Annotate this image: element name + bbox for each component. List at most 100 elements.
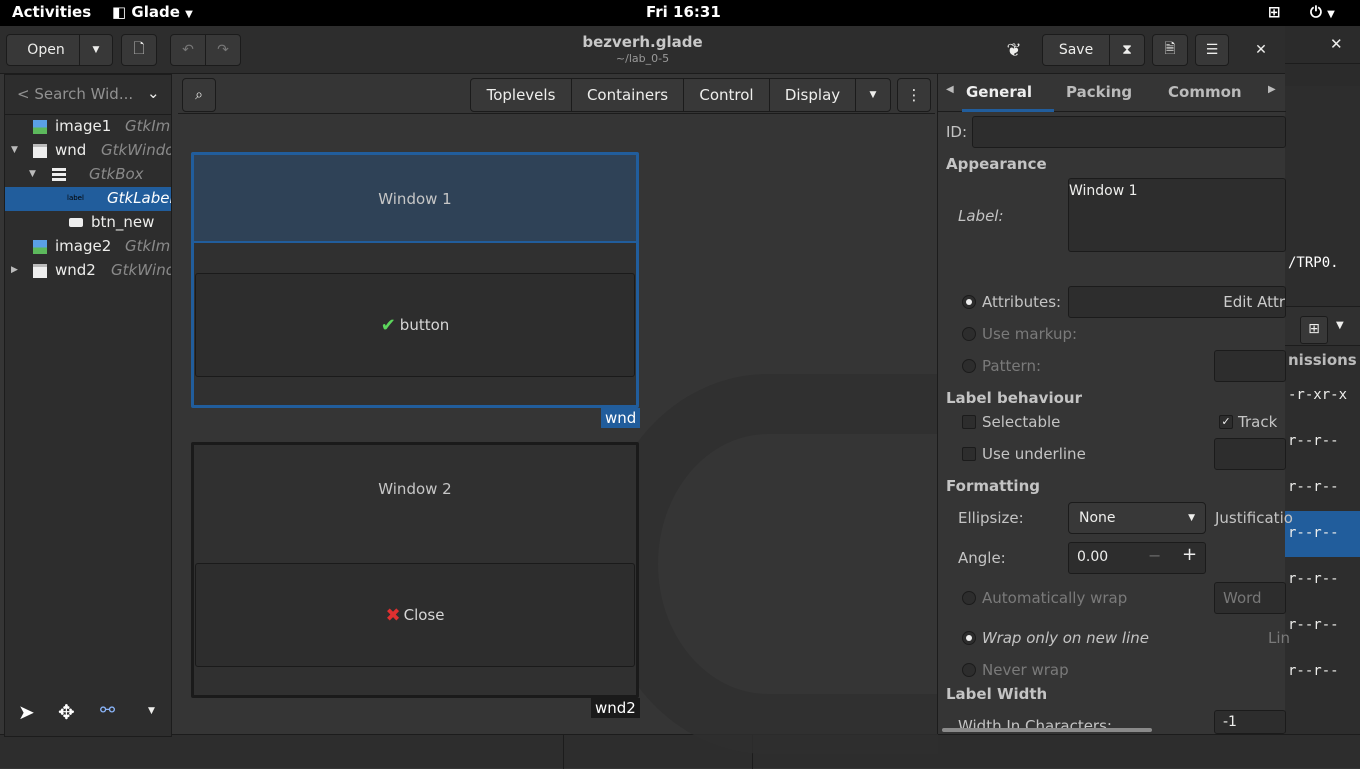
label-label: Label: xyxy=(958,207,1004,225)
increment-icon[interactable]: + xyxy=(1182,544,1197,565)
label-text-value: Window 1 xyxy=(1069,183,1138,199)
close-icon[interactable]: ✕ xyxy=(1330,35,1343,53)
close-button[interactable]: ✕ xyxy=(1244,34,1278,66)
tree-row-wnd[interactable]: ▼ wnd GtkWindo xyxy=(5,139,171,163)
save-as-icon: ⧗ xyxy=(1122,42,1132,58)
use-markup-radio[interactable] xyxy=(962,327,976,341)
scroll-right-icon[interactable]: ▶ xyxy=(1268,84,1276,95)
width-chars-label: Width In Characters: xyxy=(958,717,1112,735)
window-tag-wnd2: wnd2 xyxy=(591,698,640,718)
horizontal-scrollbar[interactable] xyxy=(942,728,1152,732)
ellipsize-value: None xyxy=(1079,510,1116,526)
attributes-label: Attributes: xyxy=(982,293,1062,311)
power-icon[interactable]: ⏻ ▼ xyxy=(1310,3,1335,21)
clock[interactable]: Fri 16:31 xyxy=(646,3,721,21)
edit-attr-label: Edit Attr xyxy=(1223,293,1285,311)
expander-expanded-icon[interactable]: ▼ xyxy=(29,169,36,179)
window-icon xyxy=(33,264,47,278)
width-chars-value: -1 xyxy=(1223,714,1237,730)
selectable-checkbox[interactable] xyxy=(962,415,976,429)
mnemonic-field[interactable] xyxy=(1214,438,1286,470)
tree-row-gtklabel[interactable]: label GtkLabel xyxy=(5,187,171,211)
expander-collapsed-icon[interactable]: ▶ xyxy=(11,265,18,275)
activities-button[interactable]: Activities xyxy=(12,3,91,21)
tree-label: image1 xyxy=(55,117,112,135)
main-menu-button[interactable]: ☰ xyxy=(1195,34,1229,66)
tree-type: GtkBox xyxy=(89,165,144,183)
wrap-new-line-label: Wrap only on new line xyxy=(982,629,1150,647)
window-wnd2[interactable]: Window 2 ✖ Close xyxy=(191,442,639,698)
tree-row-image2[interactable]: image2 GtkIm xyxy=(5,235,171,259)
app-menu[interactable]: ◧ Glade ▼ xyxy=(112,3,193,21)
tree-row-image1[interactable]: image1 GtkIm xyxy=(5,115,171,139)
top-bar: Activities ◧ Glade ▼ Fri 16:31 ⊞ ⏻ ▼ xyxy=(0,0,1360,26)
tree-row-btn-new[interactable]: btn_new xyxy=(5,211,171,235)
pointer-icon[interactable]: ➤ xyxy=(18,700,35,724)
move-icon[interactable]: ✥ xyxy=(58,700,75,724)
pattern-radio[interactable] xyxy=(962,359,976,373)
window-label: Window 2 xyxy=(378,480,452,498)
palette-menu-button[interactable]: ⋮ xyxy=(897,78,931,112)
id-label: ID: xyxy=(946,123,968,141)
close-icon: ✕ xyxy=(1255,42,1267,58)
scroll-left-icon[interactable]: ◀ xyxy=(946,84,954,95)
chevron-down-icon[interactable]: ▼ xyxy=(1336,320,1344,331)
window-wnd[interactable]: Window 1 ✔ button xyxy=(191,152,639,408)
wrap-mode-select[interactable]: Word xyxy=(1214,582,1286,614)
bg-text: /TRP0. xyxy=(1288,255,1339,271)
connect-icon[interactable]: ⚯ xyxy=(100,700,115,721)
ellipsize-select[interactable]: None ▼ xyxy=(1068,502,1206,534)
image-icon xyxy=(33,120,47,134)
tab-control[interactable]: Control xyxy=(683,78,770,112)
lines-label: Lin xyxy=(1268,629,1291,647)
attributes-radio[interactable] xyxy=(962,295,976,309)
bottom-panel xyxy=(0,734,1360,769)
decrement-icon[interactable]: − xyxy=(1148,546,1161,565)
width-chars-field[interactable]: -1 xyxy=(1214,710,1286,734)
track-checkbox[interactable]: ✓ xyxy=(1219,415,1233,429)
selectable-label: Selectable xyxy=(982,413,1061,431)
search-button[interactable]: ⌕ xyxy=(182,78,216,112)
network-icon[interactable]: ⊞ xyxy=(1268,3,1281,21)
button-icon xyxy=(69,218,83,227)
wrap-new-line-radio[interactable] xyxy=(962,631,976,645)
expander-expanded-icon[interactable]: ▼ xyxy=(11,145,18,155)
button-label: Close xyxy=(403,606,445,624)
wnd-button[interactable]: ✔ button xyxy=(195,273,635,377)
glade-logo-icon[interactable]: ❦ xyxy=(996,34,1032,66)
section-appearance: Appearance xyxy=(946,155,1047,173)
use-underline-checkbox[interactable] xyxy=(962,447,976,461)
grid-view-icon[interactable]: ⊞ xyxy=(1300,316,1328,344)
background-window: ✕ /TRP0. ⊞ ▼ nissions -r-xr-x r--r-- r--… xyxy=(1284,26,1360,734)
close-button[interactable]: ✖ Close xyxy=(195,563,635,667)
label-textarea[interactable]: Window 1 xyxy=(1068,178,1286,252)
save-button[interactable]: Save xyxy=(1042,34,1110,66)
chevron-down-icon[interactable]: ▼ xyxy=(148,706,155,716)
use-markup-label: Use markup: xyxy=(982,325,1078,343)
tab-general[interactable]: General xyxy=(966,83,1032,101)
tab-packing[interactable]: Packing xyxy=(1066,83,1132,101)
never-wrap-radio[interactable] xyxy=(962,663,976,677)
glade-icon: ◧ xyxy=(112,3,127,21)
tab-toplevels[interactable]: Toplevels xyxy=(470,78,572,112)
save-as-button[interactable]: ⧗ xyxy=(1109,34,1145,66)
tab-containers[interactable]: Containers xyxy=(571,78,684,112)
preview-button[interactable]: 🗎 xyxy=(1152,34,1188,66)
cross-icon: ✖ xyxy=(385,604,401,626)
tab-common[interactable]: Common xyxy=(1168,83,1242,101)
id-field[interactable] xyxy=(972,116,1286,148)
chevron-down-icon[interactable]: ⌄ xyxy=(147,84,160,102)
design-canvas: ⌕ Toplevels Containers Control Display ▼… xyxy=(178,74,938,754)
tree-type: GtkLabel xyxy=(107,189,171,207)
more-palettes-button[interactable]: ▼ xyxy=(855,78,891,112)
never-wrap-label: Never wrap xyxy=(982,661,1069,679)
tab-display[interactable]: Display xyxy=(769,78,856,112)
edit-attributes-button[interactable]: Edit Attr xyxy=(1068,286,1286,318)
use-underline-label: Use underline xyxy=(982,445,1086,463)
tree-row-wnd2[interactable]: ▶ wnd2 GtkWind xyxy=(5,259,171,283)
auto-wrap-radio[interactable] xyxy=(962,591,976,605)
tree-row-gtkbox[interactable]: ▼ GtkBox xyxy=(5,163,171,187)
button-label: button xyxy=(399,316,450,334)
permissions-header: nissions xyxy=(1288,351,1357,369)
pattern-field[interactable] xyxy=(1214,350,1286,382)
